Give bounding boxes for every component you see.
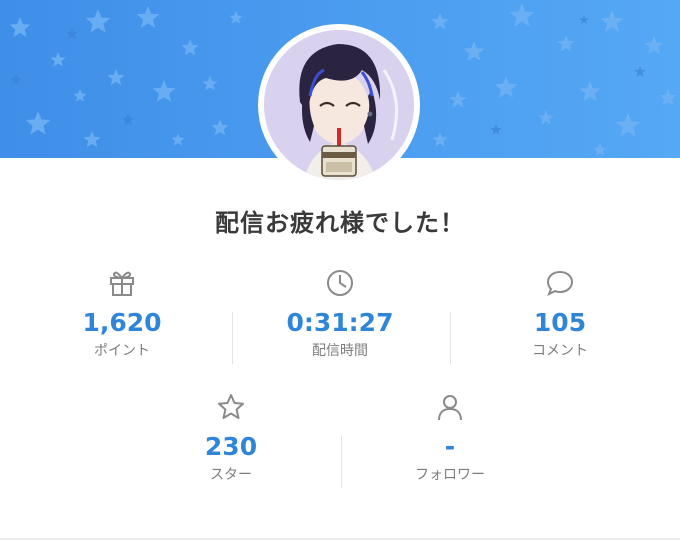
stream-finished-title: 配信お疲れ様でした！ bbox=[215, 209, 465, 237]
stat-points: 1,620 ポイント bbox=[22, 262, 222, 360]
stream-time-label: 配信時間 bbox=[312, 343, 368, 359]
stat-divider bbox=[450, 312, 451, 364]
stat-followers: - フォロワー bbox=[350, 386, 550, 484]
avatar-illustration bbox=[264, 30, 414, 180]
stars-label: スター bbox=[210, 467, 252, 483]
points-label: ポイント bbox=[94, 343, 150, 359]
stream-time-value: 0:31:27 bbox=[286, 308, 394, 337]
comments-label: コメント bbox=[532, 343, 588, 359]
gift-icon bbox=[22, 262, 222, 298]
stat-stream-time: 0:31:27 配信時間 bbox=[240, 262, 440, 360]
person-icon bbox=[350, 386, 550, 422]
followers-label: フォロワー bbox=[415, 467, 485, 483]
comments-value: 105 bbox=[533, 308, 587, 337]
comment-icon bbox=[460, 262, 660, 298]
stat-comments: 105 コメント bbox=[460, 262, 660, 360]
stat-divider bbox=[341, 436, 342, 488]
points-value: 1,620 bbox=[82, 308, 162, 337]
clock-icon bbox=[240, 262, 440, 298]
followers-value: - bbox=[444, 432, 456, 461]
stars-value: 230 bbox=[204, 432, 258, 461]
stat-divider bbox=[232, 312, 233, 364]
stat-stars: 230 スター bbox=[131, 386, 331, 484]
avatar[interactable] bbox=[264, 30, 414, 180]
star-icon bbox=[131, 386, 331, 422]
